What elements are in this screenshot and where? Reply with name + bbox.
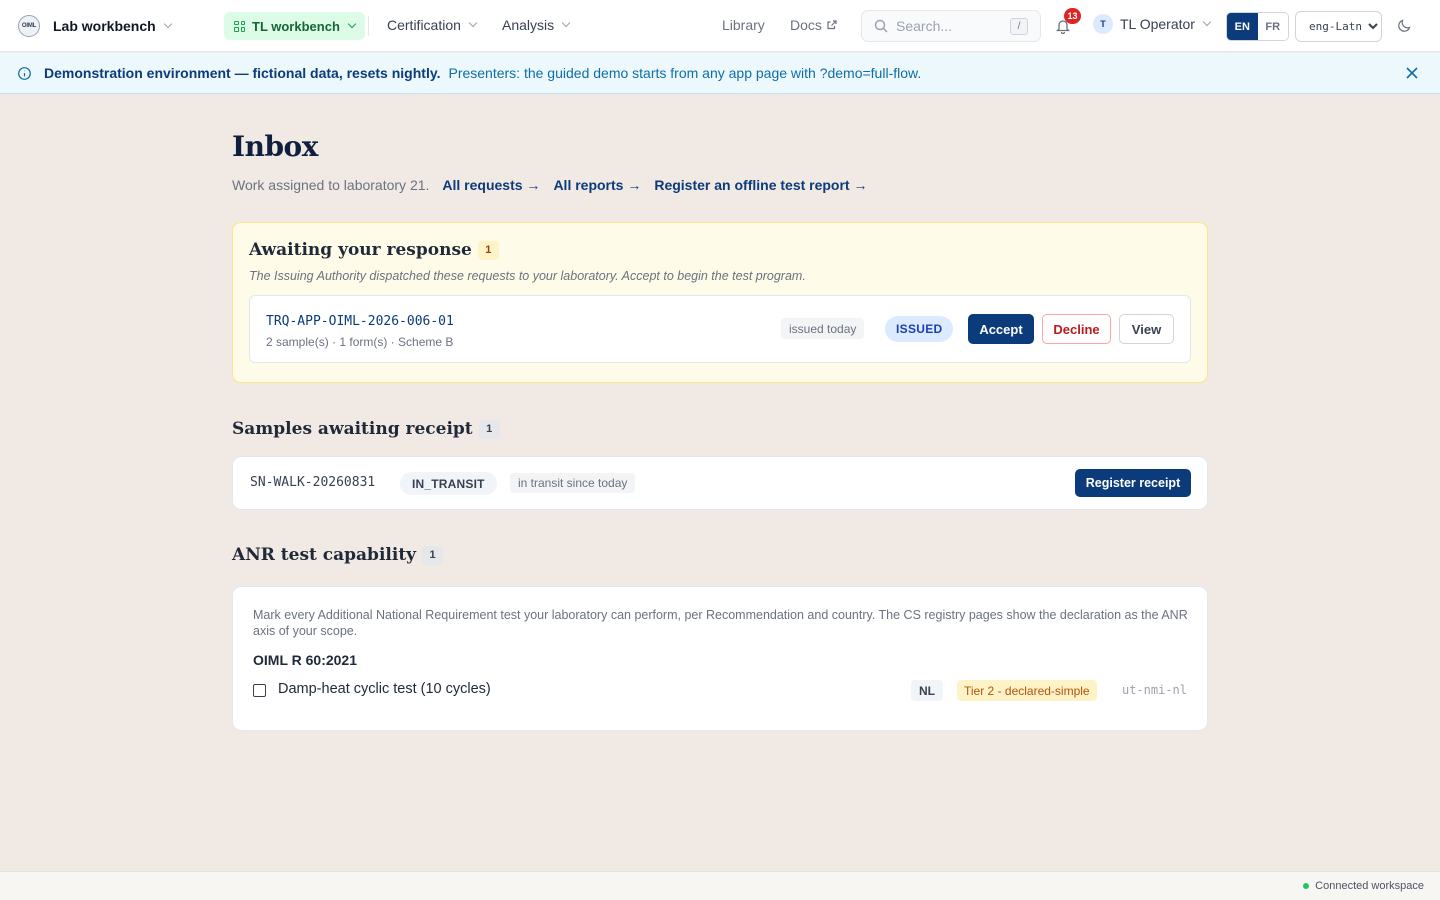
count-badge: 1: [422, 545, 444, 565]
page-subtitle-row: Work assigned to laboratory 21. All requ…: [232, 177, 1208, 193]
user-menu[interactable]: T TL Operator: [1093, 14, 1212, 34]
language-toggle: EN FR: [1226, 12, 1289, 41]
search-box[interactable]: Search... /: [861, 10, 1041, 42]
request-id[interactable]: TRQ-APP-OIML-2026-006-01: [266, 314, 454, 329]
register-receipt-button[interactable]: Register receipt: [1075, 469, 1191, 497]
section-title: ANR test capability: [232, 545, 417, 565]
menu-analysis-label: Analysis: [502, 17, 555, 33]
docs-link[interactable]: Docs: [790, 17, 837, 33]
transit-since-chip: in transit since today: [510, 473, 636, 493]
chevron-down-icon: [468, 18, 478, 28]
notification-badge: 13: [1064, 8, 1081, 24]
search-input[interactable]: Search...: [896, 18, 952, 34]
chevron-down-icon: [163, 19, 172, 28]
chevron-down-icon: [561, 18, 571, 28]
count-badge: 1: [477, 240, 499, 260]
anr-card: Mark every Additional National Requireme…: [232, 586, 1208, 731]
anr-test-row: Damp-heat cyclic test (10 cycles) NL Tie…: [253, 677, 1187, 705]
menu-certification-label: Certification: [387, 17, 461, 33]
page-title: Inbox: [232, 130, 318, 163]
sample-id: SN-WALK-20260831: [250, 475, 376, 490]
chevron-down-icon: [1202, 17, 1212, 27]
samples-section-header: Samples awaiting receipt 1: [232, 419, 500, 439]
anr-description: Mark every Additional National Requireme…: [253, 608, 1188, 638]
avatar: T: [1093, 14, 1113, 34]
app-name: Lab workbench: [53, 17, 156, 34]
section-title: Awaiting your response: [249, 240, 472, 260]
recommendation-heading: OIML R 60:2021: [253, 652, 358, 668]
status-badge: IN_TRANSIT: [400, 472, 497, 495]
grid-icon: [234, 20, 245, 32]
banner-text: Presenters: the guided demo starts from …: [448, 65, 922, 81]
view-button[interactable]: View: [1119, 314, 1174, 344]
anr-test-code: ut-nmi-nl: [1121, 683, 1187, 697]
list-item: TRQ-APP-OIML-2026-006-01 2 sample(s) · 1…: [249, 295, 1191, 363]
accept-button[interactable]: Accept: [968, 314, 1034, 344]
menu-certification[interactable]: Certification: [387, 17, 478, 33]
awaiting-response-card: Awaiting your response 1 The Issuing Aut…: [232, 222, 1208, 383]
register-offline-report-link[interactable]: Register an offline test report →: [654, 177, 867, 193]
status-dot-icon: [1303, 883, 1310, 889]
info-icon: [18, 66, 31, 80]
search-shortcut-hint: /: [1010, 18, 1028, 35]
oiml-logo: OIML: [18, 14, 40, 37]
user-name: TL Operator: [1120, 16, 1195, 32]
banner-title: Demonstration environment — fictional da…: [44, 65, 441, 81]
library-link[interactable]: Library: [722, 17, 765, 33]
anr-section-header: ANR test capability 1: [232, 545, 444, 565]
workspace-switcher[interactable]: TL workbench: [224, 12, 365, 40]
status-badge: ISSUED: [885, 316, 954, 342]
all-reports-link[interactable]: All reports →: [553, 177, 641, 193]
workspace-label: TL workbench: [252, 18, 340, 34]
connection-status-label: Connected workspace: [1315, 880, 1424, 892]
top-nav: OIML Lab workbench TL workbench Certific…: [0, 0, 1440, 52]
awaiting-section-header: Awaiting your response 1: [249, 240, 1191, 260]
script-select[interactable]: eng-Latn: [1295, 11, 1382, 42]
nav-divider: [368, 16, 369, 36]
demo-banner: Demonstration environment — fictional da…: [0, 53, 1440, 94]
request-meta: 2 sample(s) · 1 form(s) · Scheme B: [266, 335, 454, 349]
count-badge: 1: [478, 419, 500, 439]
main-content: Inbox Work assigned to laboratory 21. Al…: [232, 94, 1208, 731]
tier-badge: Tier 2 - declared-simple: [957, 680, 1097, 701]
anr-test-checkbox[interactable]: [253, 684, 266, 697]
menu-analysis[interactable]: Analysis: [502, 17, 571, 33]
docs-link-label: Docs: [790, 17, 822, 33]
footer: Connected workspace: [0, 871, 1440, 900]
app-switcher[interactable]: OIML Lab workbench: [18, 14, 172, 37]
issued-date-chip: issued today: [781, 318, 865, 339]
chevron-down-icon: [347, 19, 357, 29]
close-icon[interactable]: [1406, 67, 1418, 79]
moon-icon[interactable]: [1397, 18, 1412, 33]
lang-en-button[interactable]: EN: [1227, 13, 1258, 40]
country-badge: NL: [911, 680, 943, 701]
external-link-icon: [827, 20, 837, 30]
decline-button[interactable]: Decline: [1042, 314, 1111, 344]
page-subtitle: Work assigned to laboratory 21.: [232, 177, 430, 193]
connection-status: Connected workspace: [1303, 880, 1424, 892]
lang-fr-button[interactable]: FR: [1257, 13, 1288, 40]
all-requests-link[interactable]: All requests →: [442, 177, 540, 193]
section-title: Samples awaiting receipt: [232, 419, 473, 439]
search-icon: [874, 19, 888, 33]
section-description: The Issuing Authority dispatched these r…: [249, 269, 806, 283]
samples-card: SN-WALK-20260831 IN_TRANSIT in transit s…: [232, 456, 1208, 510]
anr-test-label[interactable]: Damp-heat cyclic test (10 cycles): [278, 681, 491, 697]
